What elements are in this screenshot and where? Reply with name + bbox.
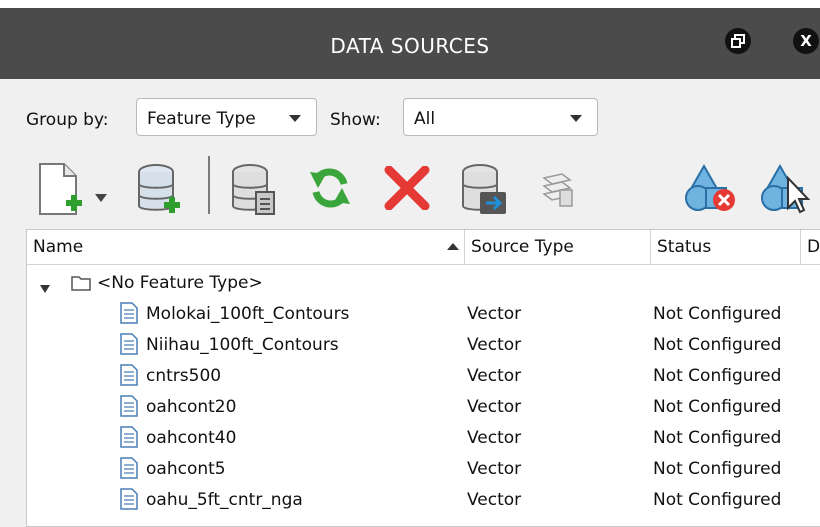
toolbar-separator bbox=[208, 156, 210, 214]
row-status: Not Configured bbox=[653, 304, 782, 324]
document-icon bbox=[120, 395, 138, 422]
group-row[interactable]: <No Feature Type> bbox=[27, 268, 820, 299]
column-header-d[interactable]: D bbox=[801, 230, 820, 264]
row-status: Not Configured bbox=[653, 366, 782, 386]
chevron-down-icon bbox=[289, 115, 301, 122]
table-row[interactable]: oahcont20 Vector Not Configured bbox=[27, 392, 820, 423]
document-icon bbox=[120, 333, 138, 360]
row-name: Molokai_100ft_Contours bbox=[146, 304, 350, 324]
table-row[interactable]: cntrs500 Vector Not Configured bbox=[27, 361, 820, 392]
dropdown-arrow-icon[interactable] bbox=[94, 188, 108, 207]
row-source-type: Vector bbox=[467, 335, 522, 355]
row-source-type: Vector bbox=[467, 428, 522, 448]
row-source-type: Vector bbox=[467, 397, 522, 417]
table-header: Name Source Type Status D bbox=[27, 230, 820, 265]
panel-titlebar[interactable]: DATA SOURCES X bbox=[0, 8, 820, 79]
group-label: <No Feature Type> bbox=[97, 273, 263, 293]
group-by-label: Group by: bbox=[26, 110, 109, 130]
chevron-down-icon bbox=[570, 115, 582, 122]
row-name: oahcont40 bbox=[146, 428, 237, 448]
table-row[interactable]: Molokai_100ft_Contours Vector Not Config… bbox=[27, 299, 820, 330]
top-strip bbox=[0, 0, 820, 8]
folder-icon bbox=[71, 274, 91, 297]
new-document-icon[interactable] bbox=[36, 162, 86, 222]
shapes-remove-icon[interactable] bbox=[684, 163, 740, 218]
show-value: All bbox=[414, 109, 436, 129]
row-name: oahcont20 bbox=[146, 397, 237, 417]
toolbar bbox=[0, 154, 820, 220]
row-source-type: Vector bbox=[467, 490, 522, 510]
panel-title: DATA SOURCES bbox=[330, 34, 490, 58]
show-label: Show: bbox=[330, 110, 381, 130]
row-status: Not Configured bbox=[653, 428, 782, 448]
row-source-type: Vector bbox=[467, 366, 522, 386]
data-sources-table: Name Source Type Status D <No Feature Ty… bbox=[26, 229, 820, 527]
row-status: Not Configured bbox=[653, 490, 782, 510]
row-status: Not Configured bbox=[653, 397, 782, 417]
database-properties-icon[interactable] bbox=[230, 162, 278, 222]
group-by-select[interactable]: Feature Type bbox=[136, 98, 317, 136]
filter-bar: Group by: Feature Type Show: All bbox=[0, 98, 820, 144]
table-row[interactable]: Niihau_100ft_Contours Vector Not Configu… bbox=[27, 330, 820, 361]
table-row[interactable]: oahu_5ft_cntr_nga Vector Not Configured bbox=[27, 485, 820, 516]
show-select[interactable]: All bbox=[403, 98, 598, 136]
document-icon bbox=[120, 302, 138, 329]
document-icon bbox=[120, 457, 138, 484]
refresh-icon[interactable] bbox=[306, 164, 354, 216]
row-status: Not Configured bbox=[653, 335, 782, 355]
document-icon bbox=[120, 364, 138, 391]
row-name: Niihau_100ft_Contours bbox=[146, 335, 339, 355]
close-button[interactable]: X bbox=[793, 28, 819, 54]
add-database-icon[interactable] bbox=[136, 162, 184, 222]
expand-arrow-icon[interactable] bbox=[39, 279, 51, 299]
shapes-select-icon[interactable] bbox=[760, 163, 816, 218]
column-header-name[interactable]: Name bbox=[27, 230, 465, 264]
row-name: oahu_5ft_cntr_nga bbox=[146, 490, 303, 510]
delete-icon[interactable] bbox=[384, 165, 430, 214]
column-header-status[interactable]: Status bbox=[651, 230, 801, 264]
data-sources-panel: DATA SOURCES X Group by: Feature Type Sh… bbox=[0, 8, 820, 527]
table-row[interactable]: oahcont5 Vector Not Configured bbox=[27, 454, 820, 485]
column-header-source-type[interactable]: Source Type bbox=[465, 230, 651, 264]
row-status: Not Configured bbox=[653, 459, 782, 479]
row-name: cntrs500 bbox=[146, 366, 222, 386]
database-import-icon[interactable] bbox=[460, 162, 510, 222]
document-icon bbox=[120, 426, 138, 453]
row-name: oahcont5 bbox=[146, 459, 226, 479]
row-source-type: Vector bbox=[467, 459, 522, 479]
layers-icon[interactable] bbox=[540, 172, 574, 212]
group-by-value: Feature Type bbox=[147, 109, 256, 129]
sort-ascending-icon bbox=[447, 243, 459, 250]
table-row[interactable]: oahcont40 Vector Not Configured bbox=[27, 423, 820, 454]
row-source-type: Vector bbox=[467, 304, 522, 324]
restore-window-icon[interactable] bbox=[725, 28, 751, 54]
document-icon bbox=[120, 488, 138, 515]
